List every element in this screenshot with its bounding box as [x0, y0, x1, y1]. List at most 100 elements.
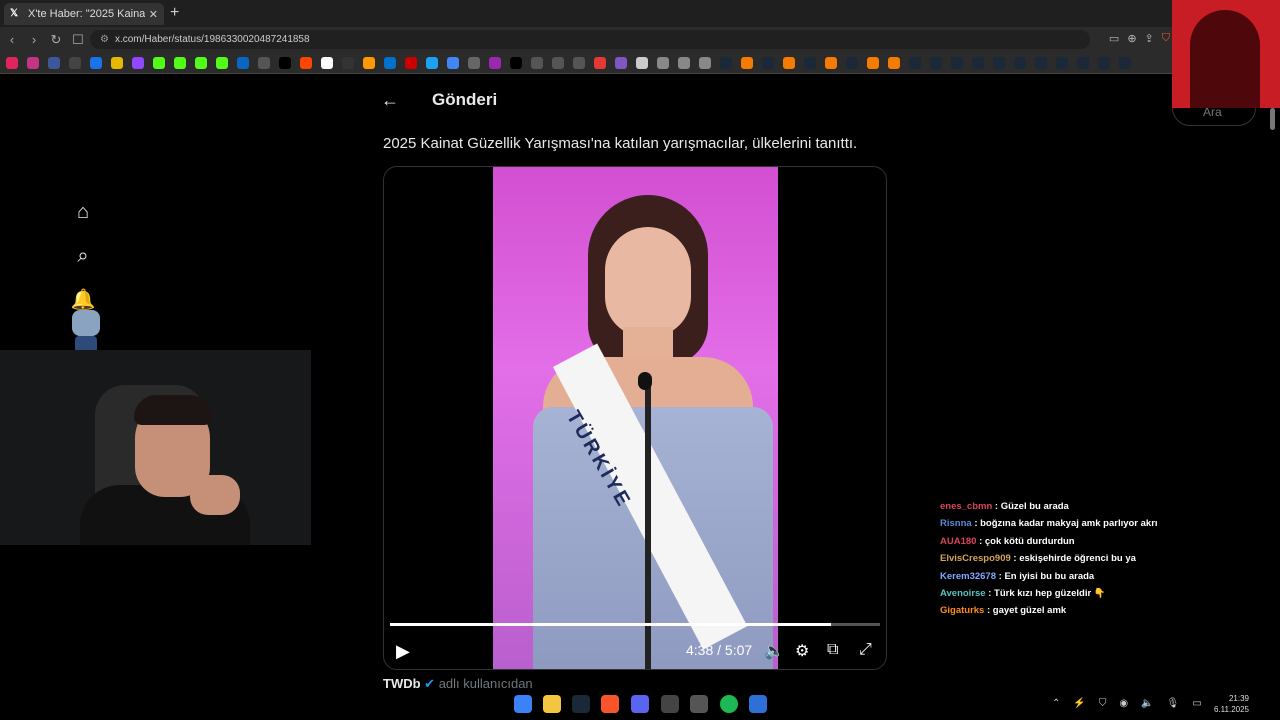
bookmark-icon-18[interactable] — [384, 56, 396, 69]
bookmark-icon-25[interactable] — [531, 56, 543, 69]
bookmark-icon-47[interactable] — [993, 56, 1005, 69]
bookmark-icon-46[interactable] — [972, 56, 984, 69]
settings-icon[interactable]: ⚙ — [795, 641, 809, 661]
streamer-hair — [134, 395, 212, 425]
video-player[interactable]: TÜRKİYE ▶ 4:38 / 5:07 🔈 ⚙ ⧉ ⤢ — [383, 166, 887, 670]
search-icon[interactable]: ⌕ — [70, 243, 96, 269]
browser-tab[interactable]: 𝕏 X'te Haber: "2025 Kainat Güzelli ✕ — [4, 3, 164, 25]
bookmark-icon-9[interactable] — [195, 56, 207, 69]
bookmark-icon-14[interactable] — [300, 56, 312, 69]
bookmark-icon-11[interactable] — [237, 56, 249, 69]
bookmark-icon-17[interactable] — [363, 56, 375, 69]
bookmark-icon[interactable]: ☐ — [68, 32, 88, 48]
bookmark-icon-3[interactable] — [69, 56, 81, 69]
steam-icon[interactable] — [572, 695, 590, 713]
bookmark-icon-21[interactable] — [447, 56, 459, 69]
bookmark-icon-0[interactable] — [6, 56, 18, 69]
bookmark-icon-33[interactable] — [699, 56, 711, 69]
bookmark-icon-2[interactable] — [48, 56, 60, 69]
bookmark-icon-13[interactable] — [279, 56, 291, 69]
bookmark-icon-38[interactable] — [804, 56, 816, 69]
clock[interactable]: 21:39 6.11.2025 — [1214, 693, 1249, 715]
reload-icon[interactable]: ↻ — [46, 32, 66, 48]
bookmark-icon-5[interactable] — [111, 56, 123, 69]
url-field[interactable]: ⚙ x.com/Haber/status/1986330020487241858 — [90, 30, 1090, 49]
spotify-icon[interactable] — [720, 695, 738, 713]
bookmark-icon-28[interactable] — [594, 56, 606, 69]
bookmark-icon-29[interactable] — [615, 56, 627, 69]
tray-app-icon[interactable]: ⚡ — [1073, 698, 1085, 709]
bookmark-icon-6[interactable] — [132, 56, 144, 69]
cast-icon[interactable]: ▭ — [1109, 32, 1119, 45]
bookmark-icon-20[interactable] — [426, 56, 438, 69]
bookmark-icon-19[interactable] — [405, 56, 417, 69]
bookmark-icon-1[interactable] — [27, 56, 39, 69]
tray-display-icon[interactable]: ▭ — [1192, 698, 1201, 709]
bookmark-icon-44[interactable] — [930, 56, 942, 69]
play-icon[interactable]: ▶ — [396, 641, 410, 662]
bookmark-icon-43[interactable] — [909, 56, 921, 69]
bookmark-icon-50[interactable] — [1056, 56, 1068, 69]
bookmark-icon-10[interactable] — [216, 56, 228, 69]
tray-chevron-icon[interactable]: ⌃ — [1052, 698, 1060, 709]
tray-mic-icon[interactable]: 🎙 — [1167, 698, 1180, 709]
byline-name[interactable]: TWDb — [383, 676, 421, 691]
fullscreen-icon[interactable]: ⤢ — [859, 641, 872, 659]
tray-shield-icon[interactable]: ⛉ — [1099, 698, 1107, 709]
video-progress-bar[interactable] — [390, 623, 880, 626]
bookmark-icon-12[interactable] — [258, 56, 270, 69]
bookmark-icon-34[interactable] — [720, 56, 732, 69]
bookmark-icon-7[interactable] — [153, 56, 165, 69]
bookmark-icon-4[interactable] — [90, 56, 102, 69]
bookmark-icon-37[interactable] — [783, 56, 795, 69]
site-info-icon[interactable]: ⚙ — [100, 34, 109, 45]
bookmark-icon-49[interactable] — [1035, 56, 1047, 69]
pip-icon[interactable]: ⧉ — [827, 641, 838, 659]
bookmark-icon-45[interactable] — [951, 56, 963, 69]
volume-icon[interactable]: 🔈 — [764, 641, 784, 661]
bookmark-icon-32[interactable] — [678, 56, 690, 69]
tab-close-button[interactable]: ✕ — [149, 8, 158, 21]
brave-shield-icon[interactable]: ⛉ — [1162, 32, 1170, 45]
bookmark-icon-26[interactable] — [552, 56, 564, 69]
bookmark-icon-30[interactable] — [636, 56, 648, 69]
bookmark-icon-52[interactable] — [1098, 56, 1110, 69]
bookmark-icon-40[interactable] — [846, 56, 858, 69]
bookmark-icon-51[interactable] — [1077, 56, 1089, 69]
back-nav-icon[interactable]: ‹ — [2, 32, 22, 47]
start-icon[interactable] — [514, 695, 532, 713]
bookmark-icon-31[interactable] — [657, 56, 669, 69]
discord-icon[interactable] — [631, 695, 649, 713]
bookmark-icon-8[interactable] — [174, 56, 186, 69]
bookmark-icon-53[interactable] — [1119, 56, 1131, 69]
bookmark-icon-39[interactable] — [825, 56, 837, 69]
microphone-head — [638, 372, 652, 390]
forward-nav-icon[interactable]: › — [24, 32, 44, 47]
back-arrow-icon[interactable]: ← — [370, 90, 410, 111]
bookmark-icon-36[interactable] — [762, 56, 774, 69]
network-app-icon[interactable] — [749, 695, 767, 713]
tray-volume-icon[interactable]: 🔈 — [1141, 698, 1153, 709]
bookmark-icon-41[interactable] — [867, 56, 879, 69]
share-icon[interactable]: ⇪ — [1145, 32, 1154, 45]
file-explorer-icon[interactable] — [543, 695, 561, 713]
zoom-icon[interactable]: ⊕ — [1127, 32, 1136, 45]
app-icon[interactable] — [661, 695, 679, 713]
bookmark-icon-27[interactable] — [573, 56, 585, 69]
chat-message: AUA180 : çok kötü durdurdun — [936, 533, 1276, 550]
bookmarks-bar — [0, 52, 1280, 74]
new-tab-button[interactable]: + — [170, 4, 179, 22]
home-icon[interactable]: ⌂ — [70, 199, 96, 225]
bookmark-icon-16[interactable] — [342, 56, 354, 69]
bookmark-icon-23[interactable] — [489, 56, 501, 69]
bookmark-icon-24[interactable] — [510, 56, 522, 69]
brave-icon[interactable] — [601, 695, 619, 713]
obs-icon[interactable] — [690, 695, 708, 713]
tray-steam-icon[interactable]: ◉ — [1119, 698, 1128, 709]
bookmark-icon-48[interactable] — [1014, 56, 1026, 69]
bookmark-icon-42[interactable] — [888, 56, 900, 69]
page-scrollbar[interactable] — [1270, 108, 1275, 130]
bookmark-icon-22[interactable] — [468, 56, 480, 69]
bookmark-icon-35[interactable] — [741, 56, 753, 69]
bookmark-icon-15[interactable] — [321, 56, 333, 69]
